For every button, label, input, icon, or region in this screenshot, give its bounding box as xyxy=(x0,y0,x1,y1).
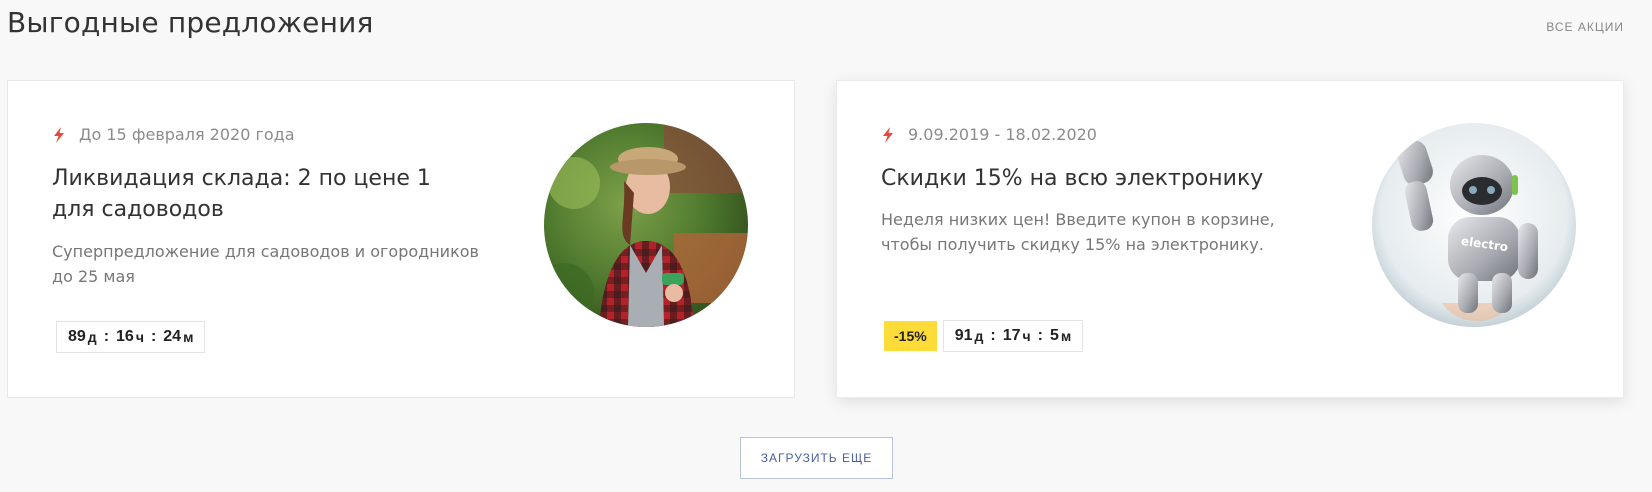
timer-minutes: 5 xyxy=(1049,327,1059,344)
timer-hours: 16 xyxy=(116,328,134,345)
offer-title[interactable]: Ликвидация склада: 2 по цене 1 для садов… xyxy=(52,163,472,225)
offer-title[interactable]: Скидки 15% на всю электронику xyxy=(881,163,1301,194)
page-title: Выгодные предложения xyxy=(7,6,374,39)
offer-description: Неделя низких цен! Введите купон в корзи… xyxy=(881,210,1275,254)
timer-days-unit: д xyxy=(87,329,97,345)
offer-date-row: 9.09.2019 - 18.02.2020 xyxy=(881,125,1097,144)
timer-hours: 17 xyxy=(1002,327,1021,344)
all-promotions-link[interactable]: ВСЕ АКЦИИ xyxy=(1546,20,1624,34)
offer-image-gardener[interactable] xyxy=(544,123,748,327)
timer-days: 91 xyxy=(954,327,973,344)
offer-card-electronics[interactable]: 9.09.2019 - 18.02.2020 Скидки 15% на всю… xyxy=(836,80,1624,398)
timer-days-unit: д xyxy=(974,328,984,344)
countdown-timer: 89 д : 16 ч : 24 м xyxy=(56,321,206,353)
timer-minutes-unit: м xyxy=(1060,328,1072,344)
timer-days: 89 xyxy=(68,328,86,345)
timer-minutes-unit: м xyxy=(183,329,194,345)
offer-description: Суперпредложение для садоводов и огородн… xyxy=(52,242,479,286)
timer-hours-unit: ч xyxy=(135,329,144,345)
offer-date-row: До 15 февраля 2020 года xyxy=(52,125,295,144)
offer-date: До 15 февраля 2020 года xyxy=(79,125,295,144)
timer-minutes: 24 xyxy=(163,328,182,345)
offer-image-robot[interactable]: electro xyxy=(1372,123,1576,327)
countdown-timer: 91 д : 17 ч : 5м xyxy=(942,320,1084,352)
load-more-button[interactable]: ЗАГРУЗИТЬ ЕЩЕ xyxy=(740,437,893,479)
lightning-icon xyxy=(883,126,893,143)
offer-timer-row: -15% 91 д : 17 ч : 5м xyxy=(884,320,1084,352)
offer-date: 9.09.2019 - 18.02.2020 xyxy=(908,125,1097,144)
offer-card-garden[interactable]: До 15 февраля 2020 года Ликвидация склад… xyxy=(7,80,795,398)
discount-badge: -15% xyxy=(884,321,937,351)
offer-timer-row: 89 д : 16 ч : 24 м xyxy=(56,321,206,353)
lightning-icon xyxy=(54,126,64,143)
timer-hours-unit: ч xyxy=(1022,328,1031,344)
